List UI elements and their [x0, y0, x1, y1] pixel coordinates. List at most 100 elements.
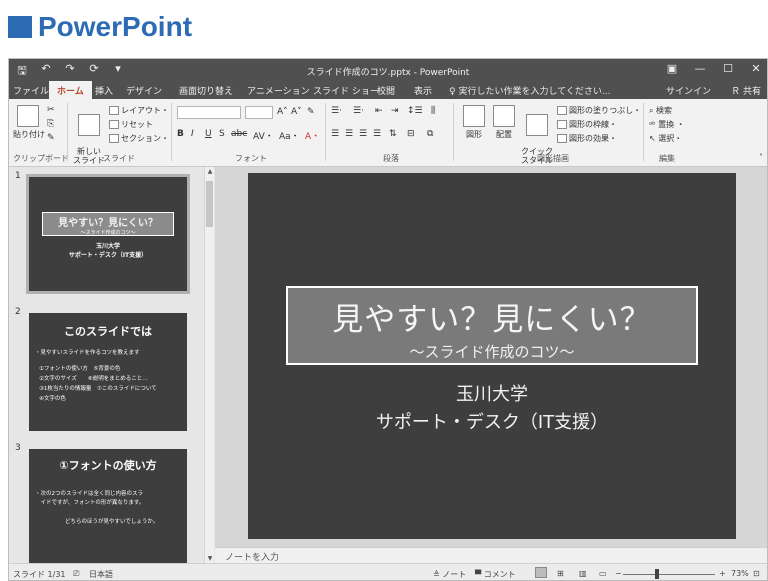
spell-check-icon[interactable]: ⎚ — [73, 569, 79, 579]
font-name-dropdown[interactable] — [177, 106, 241, 119]
minimize-icon[interactable]: — — [693, 62, 707, 75]
copy-icon[interactable]: ⎘ — [47, 119, 54, 129]
decrease-indent-icon[interactable]: ⇤ — [375, 106, 383, 116]
reading-view-icon[interactable]: ▥ — [579, 569, 587, 578]
ribbon-display-options-icon[interactable]: ▣ — [665, 62, 679, 75]
reset-button[interactable]: リセット — [109, 119, 153, 130]
bold-button[interactable]: B — [177, 129, 184, 139]
group-divider — [325, 103, 326, 161]
shapes-button[interactable]: 図形 — [461, 105, 487, 140]
paste-icon — [17, 105, 39, 127]
replace-button[interactable]: ᵃᵇ 置換 ・ — [649, 119, 685, 130]
scroll-up-icon[interactable]: ▲ — [205, 168, 215, 175]
clear-formatting-button[interactable]: ✎ — [307, 107, 315, 117]
language-indicator[interactable]: 日本語 — [89, 569, 113, 580]
line-spacing-icon[interactable]: ↕☰ — [407, 106, 423, 116]
tab-slideshow[interactable]: スライド ショー — [313, 84, 379, 97]
tab-design[interactable]: デザイン — [126, 84, 162, 97]
tab-insert[interactable]: 挿入 — [95, 84, 113, 97]
drawing-group-label: 図形描画 — [537, 154, 569, 163]
find-button[interactable]: ⌕ 検索 — [649, 105, 672, 116]
font-size-dropdown[interactable] — [245, 106, 273, 119]
align-right-icon[interactable]: ☰ — [359, 129, 367, 139]
replace-icon: ᵃᵇ — [649, 120, 659, 129]
increase-indent-icon[interactable]: ⇥ — [391, 106, 399, 116]
change-case-button[interactable]: Aa・ — [279, 129, 300, 142]
notes-pane[interactable]: ノートを入力 — [215, 547, 767, 563]
align-left-icon[interactable]: ☰ — [331, 129, 339, 139]
justify-icon[interactable]: ☰ — [373, 129, 381, 139]
clipboard-group-label: クリップボード — [13, 154, 69, 163]
fit-to-window-icon[interactable]: ⊡ — [753, 569, 760, 578]
tab-animations[interactable]: アニメーション — [247, 84, 310, 97]
scroll-down-icon[interactable]: ▼ — [205, 555, 215, 562]
layout-label: レイアウト・ — [121, 106, 169, 115]
slide-sorter-icon[interactable]: ⊞ — [557, 569, 564, 578]
maximize-icon[interactable]: ☐ — [721, 62, 735, 75]
scrollbar-thumb[interactable] — [206, 181, 213, 227]
align-center-icon[interactable]: ☰ — [345, 129, 353, 139]
shape-fill-button[interactable]: 図形の塗りつぶし・ — [557, 105, 641, 116]
thumbnail-scrollbar[interactable]: ▲ ▼ — [204, 167, 214, 563]
shape-outline-button[interactable]: 図形の枠線・ — [557, 119, 617, 130]
align-text-icon[interactable]: ⊟ — [407, 129, 415, 139]
arrange-button[interactable]: 配置 — [491, 105, 517, 140]
text-direction-icon[interactable]: ⇅ — [389, 129, 397, 139]
font-color-button[interactable]: A・ — [305, 129, 320, 142]
bullets-icon[interactable]: ☰· — [331, 106, 342, 116]
layout-button[interactable]: レイアウト・ — [109, 105, 169, 116]
italic-button[interactable]: I — [191, 129, 194, 139]
notes-toggle[interactable]: ≜ ノート — [433, 569, 466, 580]
slide-thumbnail-1[interactable]: 見やすい？見にくい？ 〜スライド作成のコツ〜 玉川大学 サポート・デスク（IT支… — [26, 174, 190, 294]
zoom-slider-thumb[interactable] — [654, 569, 659, 579]
tab-review[interactable]: 校閲 — [377, 84, 395, 97]
strikethrough-button[interactable]: abc — [231, 129, 247, 139]
select-button[interactable]: ↖ 選択・ — [649, 133, 682, 144]
underline-button[interactable]: U — [205, 129, 212, 139]
status-bar: スライド 1/31 ⎚ 日本語 ≜ ノート ▀ コメント ⊞ ▥ ▭ − + 7… — [9, 563, 767, 580]
tab-transitions[interactable]: 画面切り替え — [179, 84, 233, 97]
slide-count: スライド 1/31 — [13, 570, 66, 579]
close-icon[interactable]: ✕ — [749, 62, 763, 75]
normal-view-icon[interactable] — [535, 567, 547, 578]
text-shadow-button[interactable]: S — [219, 129, 225, 139]
slide-thumbnail-2[interactable]: このスライドでは ・見やすいスライドを作るコツを教えます ①フォントの使い方 ⑤… — [29, 313, 187, 431]
tab-home[interactable]: ホーム — [49, 81, 92, 99]
numbering-icon[interactable]: ☰· — [353, 106, 364, 116]
section-button[interactable]: セクション・ — [109, 133, 169, 144]
thumbnail-number: 3 — [15, 443, 21, 453]
new-slide-button[interactable]: 新しい スライド — [73, 105, 105, 165]
slide-organization[interactable]: 玉川大学 サポート・デスク（IT支援） — [248, 381, 736, 437]
grow-font-button[interactable]: A˄ — [277, 107, 288, 117]
sign-in-link[interactable]: サインイン — [666, 84, 711, 97]
shape-effects-button[interactable]: 図形の効果・ — [557, 133, 617, 144]
columns-icon[interactable]: ⫼ — [431, 106, 435, 116]
slideshow-view-icon[interactable]: ▭ — [599, 569, 607, 578]
format-painter-icon[interactable]: ✎ — [47, 133, 55, 143]
tab-view[interactable]: 表示 — [414, 84, 432, 97]
current-slide[interactable]: 見やすい？見にくい？ 〜スライド作成のコツ〜 玉川大学 サポート・デスク（IT支… — [248, 173, 736, 539]
tell-me-search[interactable]: ♀ 実行したい作業を入力してください... — [449, 84, 611, 97]
zoom-in-icon[interactable]: + — [719, 569, 726, 578]
share-button[interactable]: Ｒ 共有 — [731, 84, 761, 97]
shrink-font-button[interactable]: A˅ — [291, 107, 302, 117]
thumbnail-text-line: どちらのほうが見やすいでしょうか。 — [65, 519, 159, 525]
thumbnail-text-line: ・次の2つのスライドは全く同じ内容のスラ — [35, 491, 144, 497]
smartart-icon[interactable]: ⧉ — [427, 129, 433, 139]
thumbnail-text-line: ・見やすいスライドを作るコツを教えます — [35, 350, 140, 356]
zoom-out-icon[interactable]: − — [615, 569, 622, 578]
slide-org-line-1: 玉川大学 — [456, 384, 528, 405]
page-heading: PowerPoint — [8, 10, 192, 44]
zoom-level[interactable]: 73% — [731, 569, 749, 578]
shapes-label: 図形 — [466, 130, 482, 139]
thumbnail-title: 見やすい？見にくい？ — [58, 218, 158, 229]
collapse-ribbon-icon[interactable]: ˄ — [759, 153, 763, 162]
cut-icon[interactable]: ✂ — [47, 105, 55, 115]
slide-thumbnail-3[interactable]: ①フォントの使い方 ・次の2つのスライドは全く同じ内容のスラ イドですが、フォン… — [29, 449, 187, 563]
comments-toggle[interactable]: ▀ コメント — [475, 569, 516, 580]
zoom-slider[interactable] — [623, 574, 715, 575]
slide-title-box[interactable]: 見やすい？見にくい？ 〜スライド作成のコツ〜 — [286, 286, 698, 365]
tab-file[interactable]: ファイル — [13, 84, 49, 97]
paste-button[interactable]: 貼り付け — [13, 105, 45, 140]
character-spacing-button[interactable]: AV・ — [253, 129, 274, 142]
